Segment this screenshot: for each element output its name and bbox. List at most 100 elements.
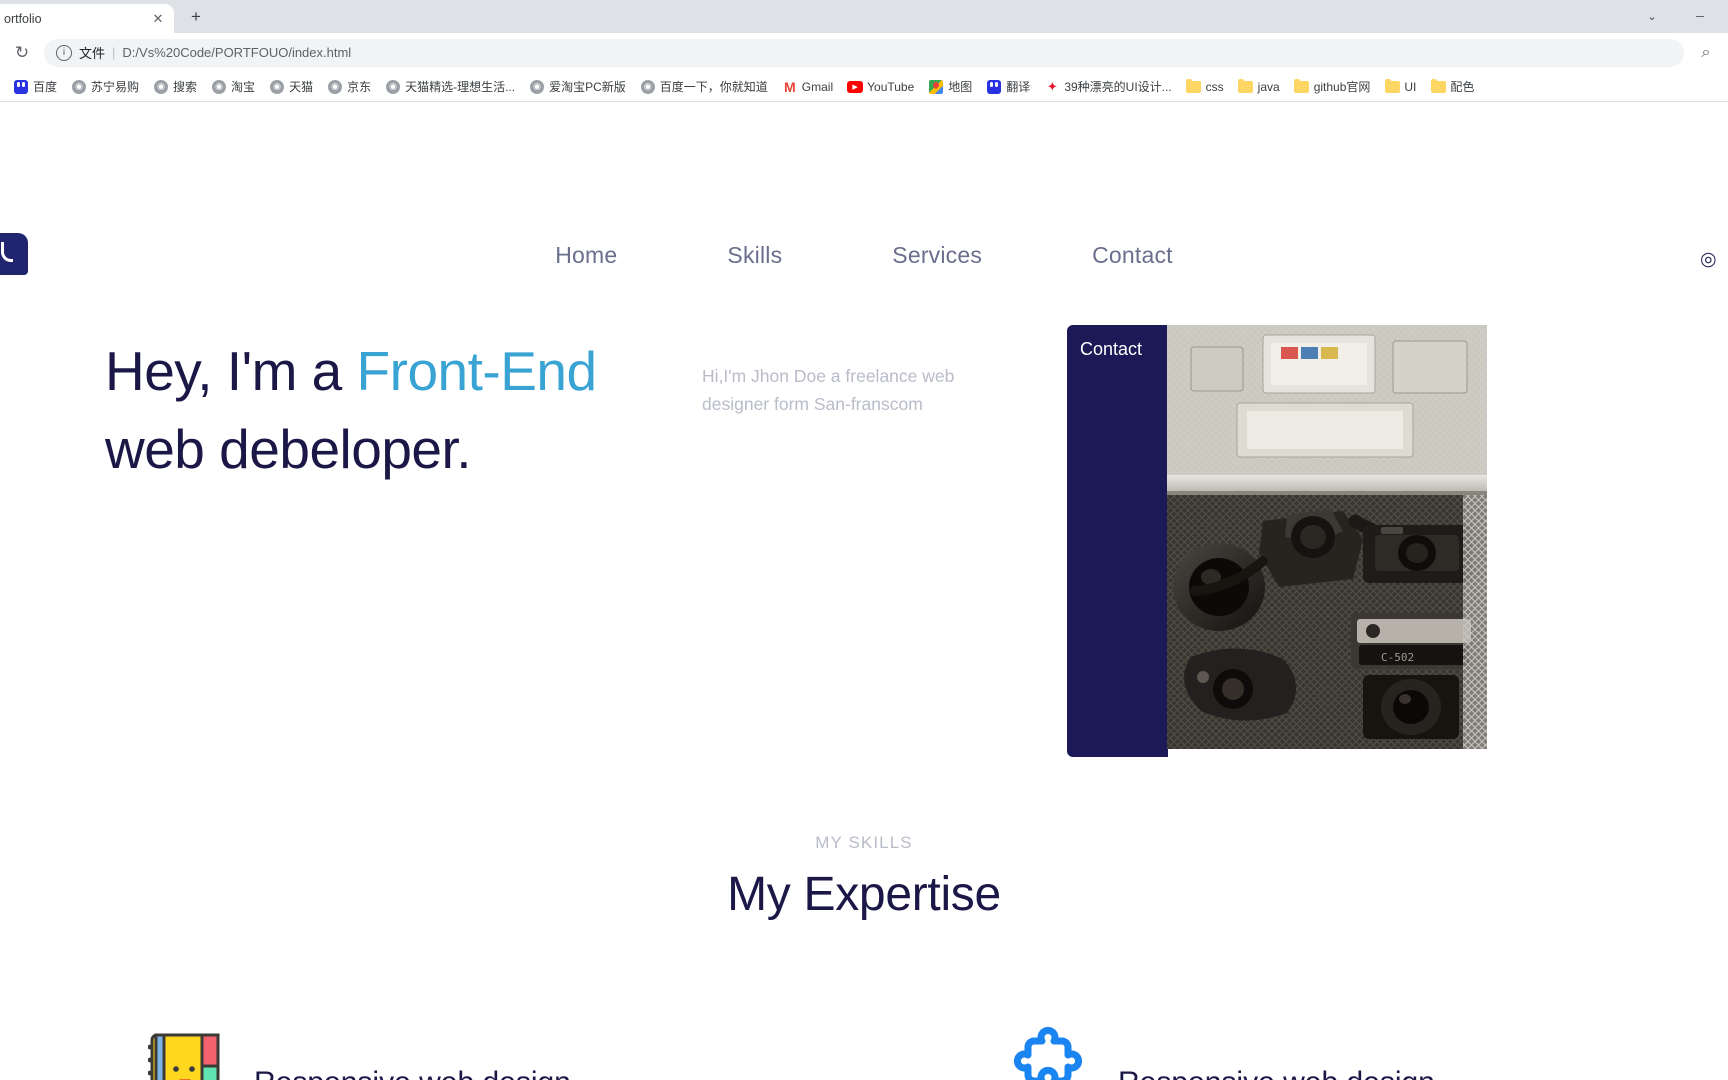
bookmarks-bar: 百度 ◉ 苏宁易购 ◉ 搜索 ◉ 淘宝 ◉ 天猫 ◉ 京东 ◉ 天猫精选-理想生活... ◉… [0, 72, 1728, 102]
globe-icon: ◉ [385, 79, 401, 95]
address-bar[interactable]: i 文件 | D:/Vs%20Code/PORTFOUO/index.html [44, 38, 1684, 67]
bookmark-item[interactable]: ✦ 39种漂亮的UI设计... [1037, 75, 1178, 99]
folder-icon [1384, 78, 1400, 95]
camera-shelf-photo: C-502 [1167, 325, 1487, 749]
bookmark-label: 苏宁易购 [91, 80, 140, 94]
bookmark-item[interactable]: ◉ 搜索 [146, 75, 204, 99]
bookmark-label: UI [1404, 79, 1417, 94]
skills-eyebrow: MY SKILLS [815, 833, 913, 852]
skill-card[interactable]: Responsive web design [864, 1026, 1728, 1080]
globe-icon: ◉ [269, 79, 285, 95]
nav-item-contact[interactable]: Contact [1037, 242, 1228, 269]
skill-card-label: Responsive web design [1118, 1032, 1435, 1080]
bookmark-label: 爱淘宝PC新版 [549, 80, 626, 94]
browser-window: ortfolio ✕ + ⌄ ─ ↻ i 文件 | D:/Vs%20Code/P… [0, 0, 1728, 1080]
hero-heading-part1: Hey, I'm a [105, 340, 357, 402]
window-controls: ⌄ ─ [1630, 0, 1728, 33]
bookmark-item[interactable]: UI [1377, 75, 1423, 99]
bookmark-label: Gmail [801, 79, 834, 94]
bookmark-item[interactable]: ◉ 京东 [320, 75, 378, 99]
nav-item-home[interactable]: Home [500, 242, 672, 269]
skill-card[interactable]: Responsive web design [0, 1027, 864, 1080]
tab-strip: ortfolio ✕ + ⌄ ─ [0, 0, 1728, 33]
hero-heading-accent: Front-End [356, 340, 598, 402]
bookmark-item[interactable]: M Gmail [775, 75, 840, 99]
globe-icon: ◉ [327, 79, 343, 95]
bookmark-label: 京东 [347, 80, 372, 94]
puzzle-icon [1012, 1026, 1090, 1080]
close-icon[interactable]: ✕ [150, 11, 166, 27]
tab-search-chevron-icon[interactable]: ⌄ [1630, 1, 1674, 32]
bookmark-label: 39种漂亮的UI设计... [1064, 80, 1172, 94]
youtube-icon: ▶ [847, 79, 864, 95]
bookmark-label: YouTube [867, 79, 915, 94]
page-content: Home Skills Services Contact ◎ Hey, I'm … [0, 102, 1728, 1080]
hero-heading-part2: web debeloper. [105, 418, 472, 481]
gmail-icon: M [783, 78, 796, 95]
globe-icon: ◉ [529, 79, 545, 95]
bookmark-label: 天猫精选-理想生活... [405, 80, 516, 94]
globe-icon: ◉ [153, 79, 169, 95]
bookmark-item[interactable]: ◉ 天猫 [262, 75, 320, 99]
browser-tab[interactable]: ortfolio ✕ [0, 4, 174, 33]
hero-heading: Hey, I'm a Front-End web debeloper. [105, 332, 665, 488]
page-info-icon[interactable]: i [56, 44, 72, 61]
tab-title: ortfolio [4, 11, 42, 26]
bookmark-label: 配色 [1450, 80, 1475, 94]
skills-card-row: Responsive web design Responsive web des… [0, 1026, 1728, 1080]
bookmark-item[interactable]: github官网 [1287, 75, 1378, 99]
bookmark-item[interactable]: 百度 [6, 75, 64, 99]
bookmark-item[interactable]: ◉ 天猫精选-理想生活... [378, 75, 522, 99]
bookmark-item[interactable]: 地图 [921, 75, 979, 99]
bookmark-label: github官网 [1313, 80, 1371, 94]
url-scheme-label: 文件 [79, 46, 106, 61]
bookmark-item[interactable]: 配色 [1423, 75, 1481, 99]
url-text: D:/Vs%20Code/PORTFOUO/index.html [122, 45, 352, 60]
search-icon[interactable]: ⌕ [1692, 39, 1720, 67]
notebook-icon [147, 1027, 226, 1080]
hero-subtitle: Hi,I'm Jhon Doe a freelance web designer… [702, 366, 955, 415]
baidu-icon [13, 79, 29, 95]
contact-card-label: Contact [1080, 339, 1143, 359]
bookmark-item[interactable]: ◉ 百度一下，你就知道 [633, 75, 775, 99]
instagram-icon[interactable]: ◎ [1700, 250, 1722, 272]
bookmark-item[interactable]: ◉ 苏宁易购 [64, 75, 146, 99]
globe-icon: ◉ [640, 79, 656, 95]
bookmark-label: css [1205, 79, 1224, 94]
site-nav: Home Skills Services Contact [0, 242, 1728, 269]
contact-card[interactable]: Contact [1067, 325, 1168, 757]
folder-icon [1238, 78, 1254, 95]
svg-text:C-502: C-502 [1381, 651, 1414, 664]
bookmark-item[interactable]: java [1231, 75, 1287, 99]
bookmark-label: 百度 [33, 80, 58, 94]
bookmark-label: 地图 [948, 80, 973, 94]
bookmark-item[interactable]: ▶ YouTube [840, 75, 921, 99]
skills-heading: My Expertise [727, 868, 1001, 921]
bookmark-label: 搜索 [173, 80, 198, 94]
skill-card-label: Responsive web design [254, 1032, 571, 1080]
bookmark-label: 淘宝 [231, 80, 256, 94]
bookmark-item[interactable]: ◉ 爱淘宝PC新版 [522, 75, 633, 99]
nav-item-skills[interactable]: Skills [672, 242, 837, 269]
hero-photo: C-502 [1167, 325, 1487, 749]
bookmark-label: java [1257, 79, 1280, 94]
folder-icon [1186, 78, 1202, 95]
bookmark-label: 翻译 [1006, 80, 1031, 94]
bookmark-item[interactable]: css [1179, 75, 1231, 99]
baidu-icon [986, 79, 1002, 95]
globe-icon: ◉ [71, 79, 87, 95]
browser-toolbar: ↻ i 文件 | D:/Vs%20Code/PORTFOUO/index.htm… [0, 33, 1728, 72]
bookmark-item[interactable]: ◉ 淘宝 [204, 75, 262, 99]
bookmark-label: 百度一下，你就知道 [659, 80, 768, 94]
toolbar-right: ⌕ [1692, 39, 1720, 67]
bookmark-label: 天猫 [289, 80, 314, 94]
minimize-icon[interactable]: ─ [1678, 1, 1722, 32]
reload-icon[interactable]: ↻ [8, 39, 36, 67]
maps-icon [928, 79, 944, 95]
folder-icon [1294, 78, 1310, 95]
weibo-icon: ✦ [1046, 78, 1058, 94]
globe-icon: ◉ [211, 79, 227, 95]
nav-item-services[interactable]: Services [837, 242, 1037, 269]
new-tab-button[interactable]: + [182, 3, 210, 31]
bookmark-item[interactable]: 翻译 [979, 75, 1037, 99]
